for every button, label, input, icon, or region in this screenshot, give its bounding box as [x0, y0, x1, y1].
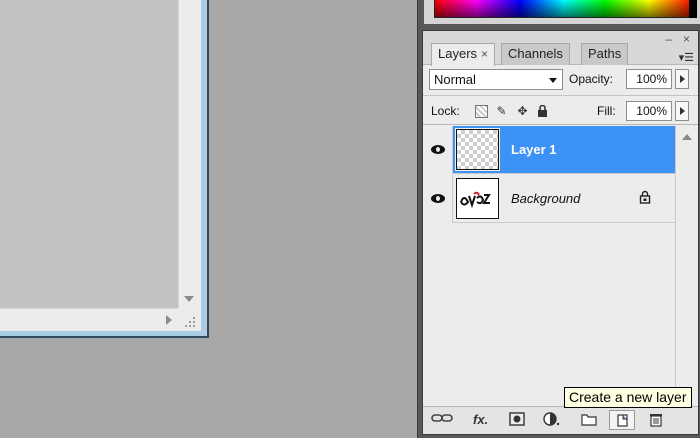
layer-row-layer-1[interactable]: Layer 1 [423, 126, 675, 174]
panel-menu-icon[interactable]: ▾☰ [679, 51, 694, 64]
document-window [0, 0, 209, 338]
blend-mode-select[interactable]: Normal [429, 69, 563, 90]
color-panel [424, 0, 700, 24]
scroll-right-icon[interactable] [166, 315, 172, 325]
close-tab-icon[interactable]: × [481, 47, 488, 61]
layer-thumbnail [455, 128, 500, 171]
layer-name: Background [511, 191, 581, 206]
visibility-toggle[interactable] [423, 175, 453, 223]
scroll-up-icon[interactable] [682, 134, 692, 140]
close-panel-icon[interactable]: × [683, 33, 690, 45]
layer-thumbnail [455, 177, 500, 220]
fill-slider-button[interactable] [675, 101, 689, 121]
tooltip: Create a new layer [564, 387, 692, 408]
lock-icon [639, 190, 651, 204]
adjustment-layer-icon[interactable] [543, 412, 561, 428]
layer-name: Layer 1 [511, 142, 557, 157]
opacity-input[interactable]: 100% [626, 69, 672, 89]
scroll-down-icon[interactable] [184, 296, 194, 302]
layer-mask-icon[interactable] [509, 412, 525, 428]
fill-label: Fill: [597, 104, 616, 118]
tab-paths[interactable]: Paths [581, 43, 629, 65]
eye-icon [431, 194, 445, 203]
chevron-down-icon [549, 78, 557, 83]
color-spectrum[interactable] [434, 0, 694, 18]
trash-icon[interactable] [649, 412, 663, 428]
eye-icon [431, 145, 445, 154]
tab-layers[interactable]: Layers × [431, 43, 496, 66]
blend-mode-value: Normal [434, 72, 476, 87]
lock-bar: Lock: ✎ ✥ Fill: 100% [423, 95, 698, 125]
black-swatch[interactable] [689, 0, 697, 18]
panel-tabbar: – × Layers × Channels Paths ▾☰ [423, 31, 698, 66]
layers-scrollbar[interactable] [675, 126, 698, 406]
fill-input[interactable]: 100% [626, 101, 672, 121]
tab-channels-label: Channels [508, 46, 563, 61]
tab-layers-label: Layers [438, 46, 478, 61]
collapse-icon[interactable]: – [665, 33, 672, 45]
tab-channels[interactable]: Channels [501, 43, 570, 65]
document-canvas[interactable] [0, 0, 178, 308]
tab-paths-label: Paths [588, 46, 622, 61]
layer-row-background[interactable]: Background [423, 175, 675, 223]
opacity-slider-button[interactable] [675, 69, 689, 89]
resize-grip-icon[interactable] [178, 308, 201, 331]
panel-dock: – × Layers × Channels Paths ▾☰ Normal Opa… [417, 0, 700, 438]
layers-bottom-toolbar: fx. [423, 406, 698, 434]
horizontal-scrollbar[interactable] [0, 308, 178, 331]
lock-label: Lock: [431, 104, 460, 118]
lock-transparent-pixels-icon[interactable] [475, 105, 488, 118]
fx-icon[interactable]: fx. [473, 412, 488, 428]
link-layers-icon[interactable] [431, 412, 453, 428]
new-group-icon[interactable] [581, 412, 597, 428]
lock-all-icon[interactable] [536, 104, 549, 118]
visibility-toggle[interactable] [423, 126, 453, 174]
vertical-scrollbar[interactable] [178, 0, 201, 308]
lock-image-pixels-icon[interactable]: ✎ [495, 105, 508, 118]
new-layer-icon[interactable] [609, 410, 635, 430]
opacity-label: Opacity: [569, 72, 614, 86]
layers-panel: – × Layers × Channels Paths ▾☰ Normal Opa… [422, 30, 699, 435]
lock-position-icon[interactable]: ✥ [516, 105, 529, 118]
layers-list: Layer 1 Background [423, 126, 675, 406]
